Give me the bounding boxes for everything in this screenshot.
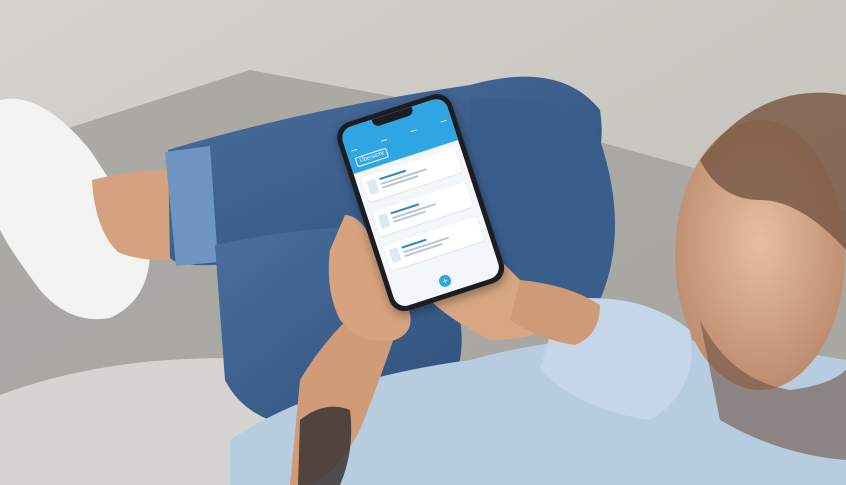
document-icon xyxy=(366,178,380,195)
app-tab[interactable]: ▬▬ xyxy=(351,147,359,155)
photo-scene: ▬▬ ▬▬ ▬▬ ▬▬ Übersicht + xyxy=(0,0,846,485)
app-tab[interactable]: ▬▬ xyxy=(410,127,418,135)
app-tab[interactable]: ▬▬ xyxy=(440,118,448,126)
app-tab-row: ▬▬ ▬▬ ▬▬ ▬▬ xyxy=(351,118,448,155)
document-icon xyxy=(377,212,391,229)
app-tab[interactable]: ▬▬ xyxy=(380,137,388,145)
plus-icon[interactable]: + xyxy=(437,273,453,289)
tattoo xyxy=(298,406,352,485)
document-icon xyxy=(388,247,402,264)
